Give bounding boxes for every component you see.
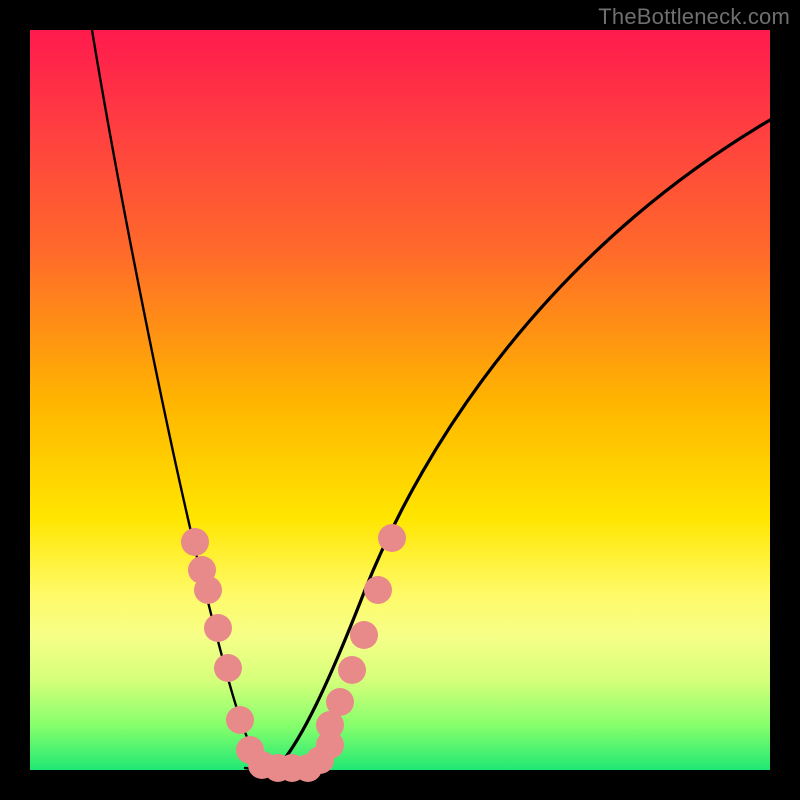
- plot-area: [30, 30, 770, 770]
- highlight-dot: [326, 688, 354, 716]
- highlight-dot: [194, 576, 222, 604]
- highlight-dot: [378, 524, 406, 552]
- highlight-dot: [226, 706, 254, 734]
- highlight-dot: [181, 528, 209, 556]
- curve-layer: [30, 30, 770, 770]
- chart-frame: TheBottleneck.com: [0, 0, 800, 800]
- highlight-dot: [364, 576, 392, 604]
- highlight-dot: [338, 656, 366, 684]
- highlight-dot: [214, 654, 242, 682]
- highlight-dot: [350, 621, 378, 649]
- watermark-text: TheBottleneck.com: [598, 4, 790, 30]
- highlight-dot: [204, 614, 232, 642]
